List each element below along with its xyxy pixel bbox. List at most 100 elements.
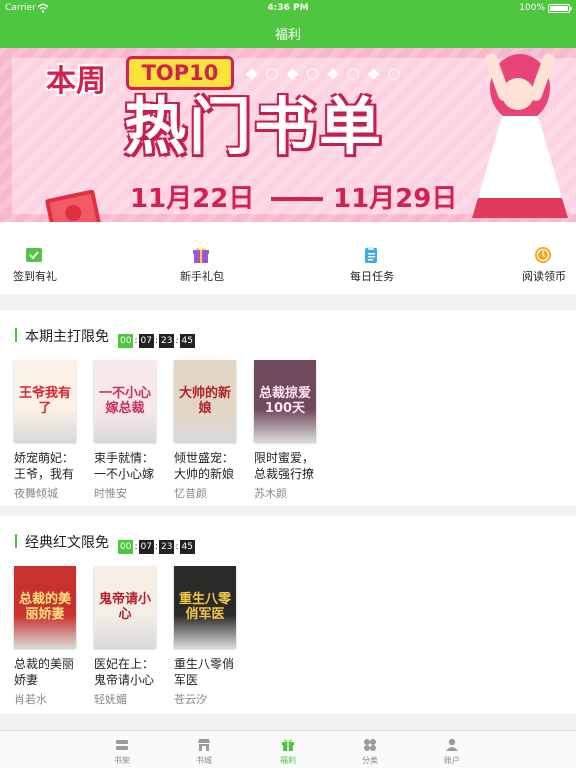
book-cover-title: 重生八零俏军医 (178, 592, 231, 622)
book-title[interactable]: 总裁的美丽娇妻 (14, 656, 78, 688)
book-card[interactable]: 总裁掠爱100天 限时蜜爱，总裁强行撩苏木颜 (254, 360, 322, 501)
book-cover-title: 大帅的新娘 (178, 386, 231, 416)
timer-separator: : (134, 542, 138, 552)
timer-separator: : (154, 336, 158, 346)
timer-separator: : (175, 542, 179, 552)
book-cover[interactable]: 王爷我有了 (14, 360, 76, 442)
section-featured-free: 本期主打限免 00:07:23:45 王爷我有了 娇宠萌妃：王爷，我有 夜舞倾城 一不… (0, 310, 576, 506)
quick-actions: 签到有礼 新手礼包 每日任务 阅读领币 (0, 222, 576, 294)
tab-label: 分类 (362, 756, 378, 765)
checkin-icon (25, 246, 43, 264)
coin-icon (534, 246, 552, 264)
timer-separator: : (134, 336, 138, 346)
section-accent-bar (15, 534, 17, 548)
quick-action-checkin[interactable]: 签到有礼 (0, 222, 85, 294)
book-card[interactable]: 鬼帝请小心医妃在上：鬼帝请小心轻妩媚 (94, 566, 162, 707)
banner-dates: 11月22日 (130, 178, 254, 215)
nav-bar: 福利 (0, 16, 576, 48)
banner-dates-end: 11月29日 (333, 178, 457, 215)
tab-category[interactable]: 分类 (330, 731, 410, 768)
book-author: 肖若水 (14, 693, 47, 706)
tab-gift[interactable]: 福利 (248, 731, 328, 768)
timer-digits: 07 (138, 334, 154, 348)
countdown-timer: 00:07:23:45 (118, 534, 196, 554)
book-cover-title: 王爷我有了 (18, 386, 71, 416)
book-title[interactable]: 医妃在上：鬼帝请小心 (94, 656, 158, 688)
girl-illustration (472, 53, 568, 218)
quick-action-task-clipboard[interactable]: 每日任务 (322, 222, 422, 294)
timer-separator: : (175, 336, 179, 346)
book-cover-title: 总裁的美丽娇妻 (18, 592, 71, 622)
gift-icon (192, 246, 210, 264)
section-classic-free: 经典红文限免 00:07:23:45 总裁的美丽娇妻 总裁的美丽娇妻 肖若水 鬼帝请小… (0, 516, 576, 714)
book-author: 苏木颜 (254, 487, 287, 500)
book-cover[interactable]: 一不小心嫁总裁 (94, 360, 156, 442)
book-cover[interactable]: 总裁的美丽娇妻 (14, 566, 76, 648)
promo-banner[interactable]: 本周 TOP10 ◆○◆○◆○◆○ 热门书单 11月22日 11月29日 (0, 48, 576, 222)
book-author: 轻妩媚 (94, 693, 127, 706)
quick-action-label: 每日任务 (350, 270, 394, 283)
tab-label: 书城 (196, 756, 212, 765)
timer-digits: 45 (179, 334, 195, 348)
quick-action-gift[interactable]: 新手礼包 (152, 222, 252, 294)
book-card[interactable]: 王爷我有了娇宠萌妃：王爷，我有夜舞倾城 (14, 360, 82, 501)
banner-date-start: 11月22日 (130, 184, 255, 214)
section-title: 经典红文限免 (25, 535, 109, 551)
book-card[interactable]: 一不小心嫁总裁 束手就情：一不小心嫁时惟安 (94, 360, 162, 501)
timer-digits: 00 (118, 334, 134, 348)
tab-label: 账户 (444, 756, 460, 765)
banner-page-indicator[interactable] (272, 213, 300, 222)
book-author: 夜舞倾城 (14, 487, 58, 500)
banner-week-label: 本周 (46, 64, 106, 99)
section-accent-bar (15, 328, 17, 342)
book-cover-title: 总裁掠爱100天 (258, 386, 311, 416)
bookshelf-icon (115, 737, 129, 751)
battery-percent: 100% (519, 3, 545, 13)
book-title[interactable]: 娇宠萌妃：王爷，我有 (14, 450, 78, 482)
timer-digits: 23 (159, 540, 175, 554)
book-card[interactable]: 重生八零俏军医 重生八零俏军医苍云汐 (174, 566, 242, 707)
status-bar: Carrier 4:36 PM 100% (0, 0, 576, 16)
book-cover-title: 一不小心嫁总裁 (98, 386, 151, 416)
store-icon (197, 737, 211, 751)
battery-fill (550, 6, 568, 11)
book-card[interactable]: 大帅的新娘倾世盛宠：大帅的新娘忆昔颜 (174, 360, 242, 501)
quick-action-label: 阅读领币 (522, 270, 566, 283)
status-time: 4:36 PM (267, 3, 309, 13)
book-card[interactable]: 总裁的美丽娇妻 总裁的美丽娇妻肖若水 (14, 566, 82, 707)
book-author: 时惟安 (94, 487, 127, 500)
book-author: 苍云汐 (174, 693, 207, 706)
banner-title: 热门书单 (124, 90, 385, 163)
timer-digits: 00 (118, 540, 134, 554)
gift-icon (281, 737, 295, 751)
book-cover[interactable]: 重生八零俏军医 (174, 566, 236, 648)
section-title: 本期主打限免 (25, 329, 109, 345)
category-icon (363, 737, 377, 751)
book-title[interactable]: 限时蜜爱，总裁强行撩 (254, 450, 318, 482)
quick-action-label: 新手礼包 (180, 270, 224, 283)
quick-action-coin[interactable]: 阅读领币 (494, 222, 576, 294)
book-author: 忆昔颜 (174, 487, 207, 500)
tab-bookshelf[interactable]: 书架 (82, 731, 162, 768)
book-title[interactable]: 倾世盛宠：大帅的新娘 (174, 450, 238, 482)
tab-account[interactable]: 账户 (412, 731, 492, 768)
tab-label: 福利 (280, 756, 296, 765)
banner-date-end: 11月29日 (333, 184, 458, 214)
task-clipboard-icon (362, 246, 380, 264)
top10-badge: TOP10 (126, 56, 234, 90)
book-cover[interactable]: 鬼帝请小心 (94, 566, 156, 648)
book-title[interactable]: 束手就情：一不小心嫁 (94, 450, 158, 482)
book-cover[interactable]: 总裁掠爱100天 (254, 360, 316, 442)
book-cover[interactable]: 大帅的新娘 (174, 360, 236, 442)
account-icon (445, 737, 459, 751)
timer-separator: : (154, 542, 158, 552)
tab-store[interactable]: 书城 (164, 731, 244, 768)
book-title[interactable]: 重生八零俏军医 (174, 656, 238, 688)
battery-icon (548, 4, 572, 13)
timer-digits: 07 (138, 540, 154, 554)
quick-action-label: 签到有礼 (13, 270, 57, 283)
page-title: 福利 (274, 28, 301, 43)
banner-decor-dots: ◆○◆○◆○◆○ (246, 64, 409, 82)
tab-label: 书架 (114, 756, 130, 765)
countdown-timer: 00:07:23:45 (118, 328, 196, 348)
